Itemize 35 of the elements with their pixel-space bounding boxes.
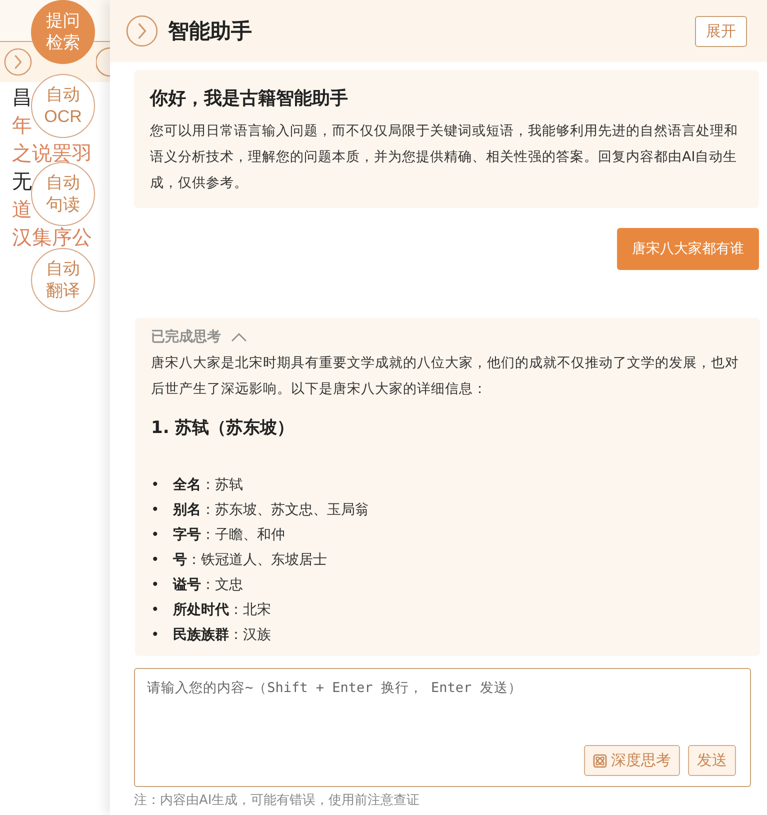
list-item: 谥号：文忠 [173, 576, 243, 595]
welcome-title: 你好，我是古籍智能助手 [150, 87, 349, 110]
page-text: 无 [12, 168, 32, 195]
bullet: • [151, 476, 160, 495]
panel-title: 智能助手 [168, 18, 253, 45]
page-text: 汉集序公 [12, 224, 92, 251]
collapse-icon[interactable] [126, 15, 158, 47]
bullet: • [151, 526, 160, 545]
page-text: 昌 [12, 84, 32, 111]
user-message: 唐宋八大家都有谁 [617, 228, 759, 270]
chevron-up-icon[interactable] [231, 332, 247, 342]
bullet: • [151, 626, 160, 645]
list-item: 号：铁冠道人、东坡居士 [173, 551, 327, 570]
bullet: • [151, 601, 160, 620]
list-item: 别名：苏东坡、苏文忠、玉局翁 [173, 501, 369, 520]
footnote: 注：内容由AI生成，可能有错误，使用前注意查证 [134, 792, 421, 809]
answer-heading: 1. 苏轼（苏东坡） [151, 417, 296, 439]
bullet: • [151, 501, 160, 520]
send-button[interactable]: 发送 [688, 745, 736, 776]
list-item: 所处时代：北宋 [173, 601, 271, 620]
bullet: • [151, 576, 160, 595]
list-item: 全名：苏轼 [173, 476, 243, 495]
expand-button[interactable]: 展开 [695, 16, 747, 46]
page-text: 年 [12, 112, 32, 139]
bullet: • [151, 551, 160, 570]
chevron-right-icon[interactable] [4, 48, 32, 76]
thinking-status: 已完成思考 [151, 328, 221, 346]
atom-icon [593, 754, 607, 768]
input-box[interactable]: 请输入您的内容~（Shift + Enter 换行， Enter 发送） 深度思考 发送 [134, 668, 751, 787]
list-item: 字号：子瞻、和仲 [173, 526, 285, 545]
deep-think-button[interactable]: 深度思考 [584, 745, 680, 776]
answer-text: 唐宋八大家是北宋时期具有重要文学成就的八位大家，他们的成就不仅推动了文学的发展，也对后世产生了深远影响。以下是唐宋八大家的详细信息： [151, 354, 740, 399]
welcome-text: 您可以用日常语言输入问题，而不仅仅局限于关键词或短语，我能够利用先进的自然语言处理和语义分析技术，理解您的问题本质，并为您提供精确、相关性强的答案。回复内容都由AI自动生成，仅供参考。 [150, 122, 739, 193]
page-text: 道 [12, 196, 32, 223]
list-item: 民族族群：汉族 [173, 626, 271, 645]
